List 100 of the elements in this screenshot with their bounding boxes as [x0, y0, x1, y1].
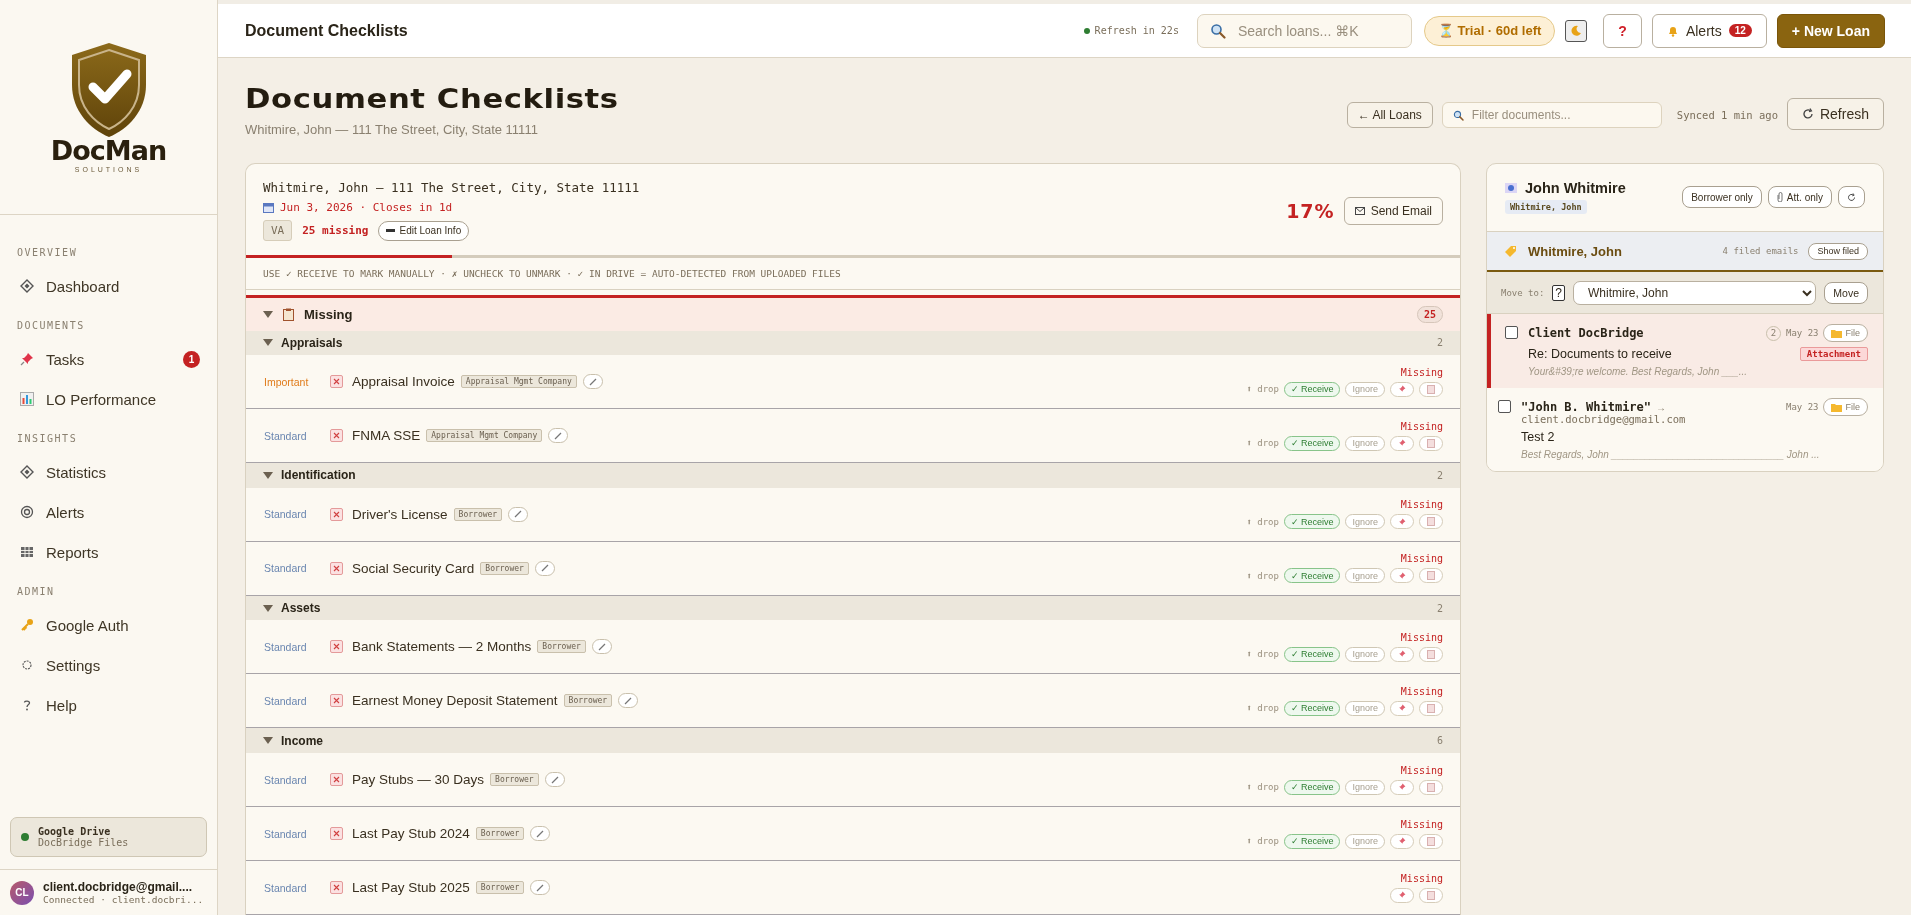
edit-button[interactable]	[508, 506, 529, 522]
document-icon	[1427, 438, 1435, 448]
document-button[interactable]	[1419, 833, 1443, 849]
nav-item[interactable]: Statistics	[0, 452, 217, 492]
edit-loan-button[interactable]: Edit Loan Info	[378, 220, 470, 241]
filter-field[interactable]: Filter documents...	[1441, 102, 1662, 128]
uncheck-button[interactable]	[330, 640, 343, 654]
edit-button[interactable]	[530, 880, 551, 896]
section-header[interactable]: Income 6	[246, 728, 1460, 754]
edit-button[interactable]	[618, 693, 639, 709]
document-status: Missing	[1400, 818, 1443, 830]
source-tag: Borrower	[475, 881, 525, 895]
drive-title: Google Drive	[38, 826, 111, 837]
page-title: Document Checklists	[245, 21, 409, 40]
theme-toggle[interactable]	[1565, 19, 1588, 42]
receive-button[interactable]: ✓ Receive	[1283, 568, 1341, 584]
document-button[interactable]	[1419, 646, 1443, 662]
uncheck-button[interactable]	[330, 773, 343, 787]
moon-icon	[1570, 24, 1583, 37]
nav-item[interactable]: LO Performance	[0, 379, 217, 419]
show-filed-button[interactable]: Show filed	[1808, 242, 1868, 260]
pin-button[interactable]	[1390, 646, 1414, 662]
pin-button[interactable]	[1390, 514, 1414, 530]
section-header[interactable]: Assets 2	[246, 595, 1460, 621]
search-input[interactable]: Search loans... ⌘K	[1235, 21, 1399, 40]
group-header[interactable]: Missing 25	[246, 295, 1460, 331]
checkbox[interactable]	[1505, 326, 1518, 339]
pin-button[interactable]	[1390, 887, 1414, 903]
uncheck-button[interactable]	[330, 694, 343, 708]
edit-button[interactable]	[582, 374, 603, 390]
document-icon	[1427, 649, 1435, 659]
receive-button[interactable]: ✓ Receive	[1283, 514, 1341, 530]
move-button[interactable]: Move	[1824, 281, 1868, 304]
section-header[interactable]: Identification 2	[246, 463, 1460, 488]
uncheck-button[interactable]	[330, 507, 343, 521]
close-icon	[333, 884, 340, 892]
nav-item[interactable]: Google Auth	[0, 605, 217, 645]
nav-item[interactable]: Dashboard	[0, 266, 217, 306]
refresh-button[interactable]: Refresh	[1786, 98, 1884, 130]
help-button[interactable]: ?	[1552, 284, 1566, 301]
edit-button[interactable]	[548, 428, 569, 444]
filter-input[interactable]: Filter documents...	[1469, 107, 1651, 123]
document-button[interactable]	[1419, 568, 1443, 584]
close-icon	[333, 697, 340, 705]
attachments-only-button[interactable]: Att. only	[1767, 186, 1832, 208]
nav-section-title: INSIGHTS	[16, 432, 79, 446]
uncheck-button[interactable]	[330, 881, 343, 895]
close-icon	[333, 830, 340, 838]
user-avatar: CL	[10, 880, 34, 905]
receive-button[interactable]: ✓ Receive	[1283, 646, 1341, 662]
document-button[interactable]	[1419, 381, 1443, 397]
nav-item[interactable]: Reports	[0, 532, 217, 572]
document-status: Missing	[1400, 764, 1443, 776]
edit-button[interactable]	[534, 560, 555, 576]
uncheck-button[interactable]	[330, 375, 343, 389]
borrower-only-button[interactable]: Borrower only	[1682, 186, 1762, 208]
nav-item[interactable]: Help	[0, 685, 217, 725]
all-loans-button[interactable]: ← All Loans	[1346, 102, 1433, 128]
edit-button[interactable]	[530, 826, 551, 842]
pin-button[interactable]	[1390, 779, 1414, 795]
document-button[interactable]	[1419, 887, 1443, 903]
receive-button[interactable]: ✓ Receive	[1283, 381, 1341, 397]
document-name: Bank Statements — 2 Months	[352, 639, 532, 655]
folder-select[interactable]: Whitmire, John	[1573, 280, 1817, 305]
pin-button[interactable]	[1390, 700, 1414, 716]
email-item[interactable]: Client DocBridge 2 May 23 File Re: Documents to receive Attachment Your&#39;re welcome. Best Regards, John ___...	[1487, 314, 1883, 388]
pin-button[interactable]	[1390, 381, 1414, 397]
uncheck-button[interactable]	[330, 827, 343, 841]
pin-button[interactable]	[1390, 568, 1414, 584]
document-button[interactable]	[1419, 514, 1443, 530]
edit-button[interactable]	[591, 639, 612, 655]
uncheck-button[interactable]	[330, 429, 343, 443]
document-icon	[1427, 890, 1435, 900]
search-field[interactable]: Search loans... ⌘K	[1196, 13, 1412, 48]
uncheck-button[interactable]	[330, 561, 343, 575]
send-email-button[interactable]: Send Email	[1343, 196, 1443, 225]
document-button[interactable]	[1419, 779, 1443, 795]
pin-button[interactable]	[1390, 833, 1414, 849]
alerts-button[interactable]: Alerts 12	[1651, 13, 1767, 48]
refresh-button[interactable]	[1838, 186, 1865, 208]
pushpin-icon	[1398, 571, 1406, 580]
checkbox[interactable]	[1498, 400, 1511, 413]
file-button[interactable]: File	[1823, 398, 1868, 416]
priority-label: Standard	[264, 640, 308, 653]
target-icon	[20, 505, 34, 519]
receive-button[interactable]: ✓ Receive	[1283, 700, 1341, 716]
new-loan-button[interactable]: + New Loan	[1776, 13, 1885, 48]
pin-button[interactable]	[1390, 435, 1414, 451]
file-button[interactable]: File	[1823, 324, 1868, 342]
section-header[interactable]: Appraisals 2	[246, 330, 1460, 356]
document-button[interactable]	[1419, 435, 1443, 451]
help-button[interactable]: ?	[1603, 13, 1642, 48]
document-button[interactable]	[1419, 700, 1443, 716]
nav-item[interactable]: Alerts	[0, 492, 217, 532]
nav-item[interactable]: Tasks 1	[0, 339, 217, 379]
receive-button[interactable]: ✓ Receive	[1283, 779, 1341, 795]
receive-button[interactable]: ✓ Receive	[1283, 833, 1341, 849]
receive-button[interactable]: ✓ Receive	[1283, 435, 1341, 451]
nav-item[interactable]: Settings	[0, 645, 217, 685]
edit-button[interactable]	[544, 772, 565, 788]
